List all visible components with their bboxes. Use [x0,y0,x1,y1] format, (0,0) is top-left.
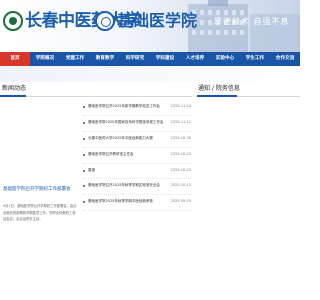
notice-list [197,100,300,250]
news-item-date: 2025-10-30 [170,135,191,140]
news-list-item[interactable]: 基础医学院召开2025年新学期教学检查工作会 2025-11-14 [83,100,191,116]
featured-news-image[interactable] [2,100,76,195]
featured-news-title[interactable]: 基础医学院召开学期初工作部署会 [3,186,78,192]
news-item-title[interactable]: 基础医学院2025年秋季学期中医经典考核 [88,198,168,205]
news-section-title[interactable]: 新闻动态 [2,84,26,94]
news-item-title[interactable]: 喜报 [88,167,168,174]
nav-item-party[interactable]: 党建工作 [60,52,90,66]
bullet-icon [83,153,85,156]
news-list-item[interactable]: 基础医学院召开2025年秋季学期实验室安全会 2025-10-12 [83,179,191,196]
nav-item-teaching[interactable]: 教育教学 [90,52,120,66]
news-list-item[interactable]: 基础医学院2025年秋季学期中医经典考核 2025-09-03 [83,195,191,212]
college-logo-icon[interactable] [95,11,115,31]
news-list: 基础医学院召开2025年新学期教学检查工作会 2025-11-14 基础医学院2… [83,100,191,212]
news-item-date: 2025-11-14 [170,104,191,108]
nav-item-lab[interactable]: 实验中心 [210,52,240,66]
university-logo-icon[interactable] [3,11,23,31]
bullet-icon [83,185,85,188]
bullet-icon [83,169,85,172]
nav-item-exchange[interactable]: 合作交流 [270,52,300,66]
featured-news-summary: 9月1日，基础医学院召开学期初工作部署会，会议全面安排部署新学期各项工作。学院全… [3,204,77,221]
news-list-item[interactable]: 喜报 2025-10-23 [83,164,191,180]
site-header: 长春中医药大学 基础医学院 厚德精术 自强不息 [0,0,300,52]
college-name[interactable]: 基础医学院 [117,11,197,31]
nav-item-home[interactable]: 首页 [0,52,30,66]
nav-item-research[interactable]: 科学研究 [120,52,150,66]
main-nav: 首页 学院概况 党建工作 教育教学 科学研究 学科建设 人才培养 实验中心 学生… [0,52,300,66]
nav-item-talent[interactable]: 人才培养 [180,52,210,66]
news-item-title[interactable]: 基础医学院召开教研室主任会 [88,151,168,158]
bullet-icon [83,137,85,140]
nav-item-about[interactable]: 学院概况 [30,52,60,66]
news-section-divider [0,96,192,97]
news-item-title[interactable]: 基础医学院召开2025年新学期教学检查工作会 [88,103,168,110]
bullet-icon [83,121,85,124]
bullet-icon [83,201,85,204]
nav-item-discipline[interactable]: 学科建设 [150,52,180,66]
news-item-title[interactable]: 长春中医药大学2025年中医经典能力大赛 [88,135,168,142]
college-motto: 厚德精术 自强不息 [214,17,290,26]
news-item-date: 2025-10-23 [170,167,191,172]
news-item-date: 2025-11-11 [170,119,191,124]
news-item-date: 2025-09-03 [170,199,191,204]
news-list-item[interactable]: 长春中医药大学2025年中医经典能力大赛 2025-10-30 [83,132,191,148]
news-item-title[interactable]: 基础医学院召开2025年秋季学期实验室安全会 [88,182,168,189]
news-item-date: 2025-10-23 [170,151,191,156]
banner-image [0,66,300,82]
news-item-title[interactable]: 基础医学院2025年国家自然科学基金申报工作会 [88,119,168,126]
news-list-item[interactable]: 基础医学院2025年国家自然科学基金申报工作会 2025-11-11 [83,116,191,132]
notice-section-accent [197,95,237,97]
nav-item-students[interactable]: 学生工作 [240,52,270,66]
news-item-date: 2025-10-12 [170,183,191,188]
bullet-icon [83,106,85,108]
notice-section-title[interactable]: 通知 / 院务信息 [198,84,240,94]
news-section-accent [0,95,26,97]
news-list-item[interactable]: 基础医学院召开教研室主任会 2025-10-23 [83,148,191,164]
